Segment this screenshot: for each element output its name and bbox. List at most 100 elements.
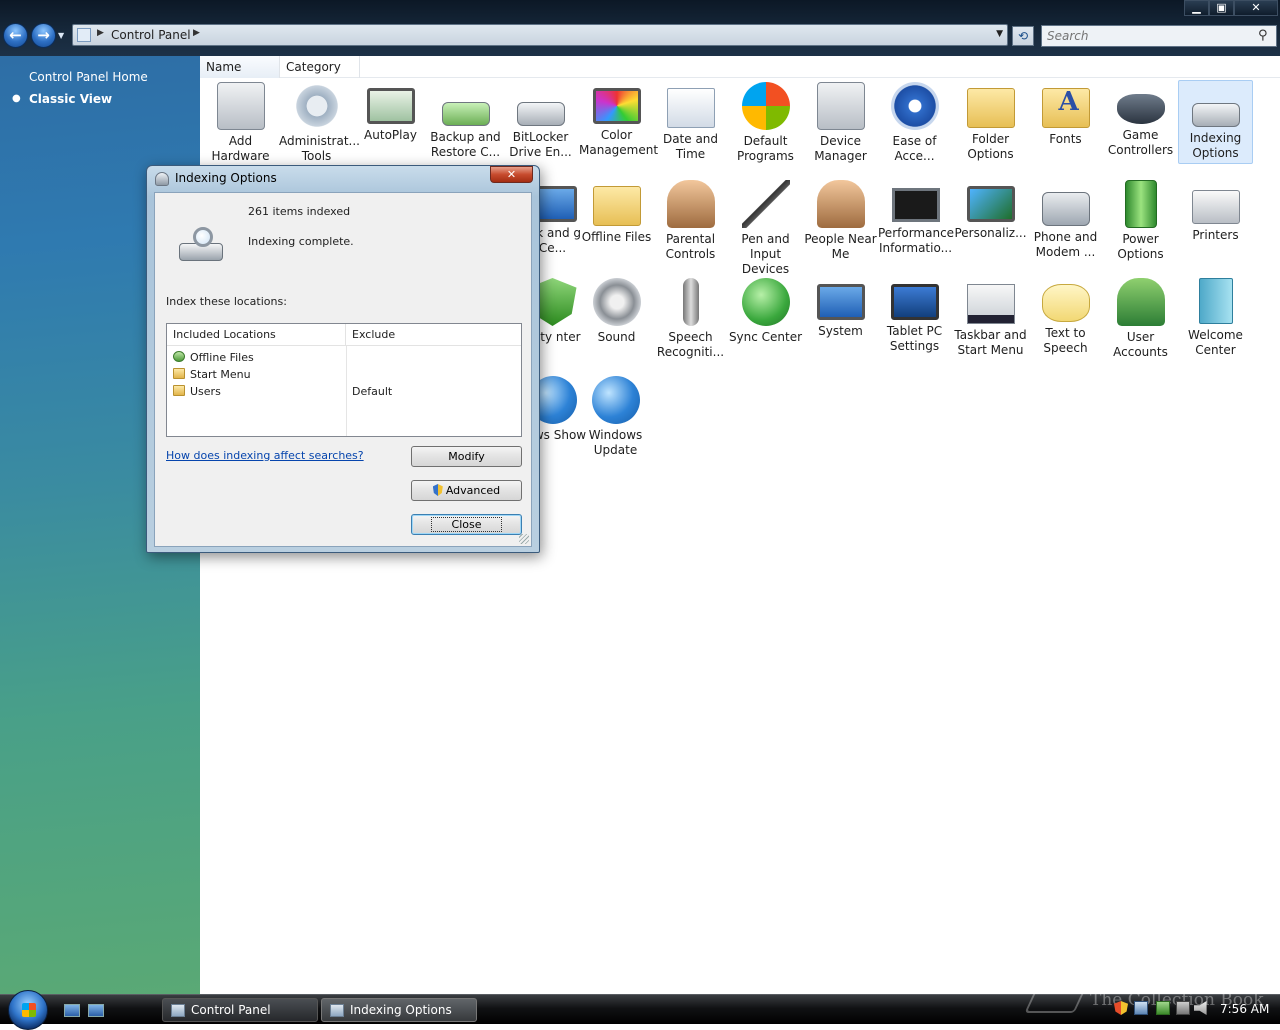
breadcrumb-control-panel[interactable]: Control Panel (111, 28, 191, 42)
cp-item-indexing-options[interactable]: Indexing Options (1178, 80, 1253, 164)
arrow-right-icon: → (37, 26, 50, 44)
arrow-left-icon: ← (9, 26, 22, 44)
list-item[interactable]: Offline Files (173, 349, 254, 366)
maximize-button[interactable]: ▣ (1209, 0, 1234, 16)
system-icon (816, 284, 865, 320)
sidebar-icon[interactable] (1156, 1001, 1170, 1015)
index-locations-label: Index these locations: (166, 295, 287, 308)
dialog-titlebar[interactable]: Indexing Options ✕ (147, 166, 539, 192)
indexing-options-icon (1191, 103, 1240, 127)
cp-item-user-accounts[interactable]: User Accounts (1103, 278, 1178, 360)
minimize-button[interactable]: ▁ (1184, 0, 1209, 16)
cp-item-bitlocker[interactable]: BitLocker Drive En... (503, 82, 578, 160)
list-item[interactable]: Users (173, 383, 221, 400)
color-management-icon (592, 88, 641, 124)
administrative-tools-icon (292, 82, 341, 130)
cp-item-folder-options[interactable]: Folder Options (953, 82, 1028, 162)
navigation-bar: ▁ ▣ ✕ ← → ▼ ▶ Control Panel ▶ ▼ ⟲ ⚲ (0, 0, 1280, 56)
help-link[interactable]: How does indexing affect searches? (166, 449, 364, 462)
close-button[interactable]: Close (411, 514, 522, 535)
cp-item-parental-controls[interactable]: Parental Controls (653, 180, 728, 262)
recent-pages-dropdown[interactable]: ▼ (58, 31, 68, 41)
power-icon[interactable] (1176, 1001, 1190, 1015)
taskbar-icon (966, 284, 1015, 324)
sidebar-item-control-panel-home[interactable]: Control Panel Home (29, 70, 148, 84)
folder-options-icon (966, 88, 1015, 128)
cp-item-administrative-tools[interactable]: Administrat... Tools (279, 82, 360, 164)
taskbar-button-indexing-options[interactable]: Indexing Options (321, 998, 477, 1022)
cp-item-fonts[interactable]: Fonts (1028, 82, 1103, 147)
search-icon[interactable]: ⚲ (1258, 28, 1268, 43)
cp-item-offline-files[interactable]: Offline Files (579, 180, 654, 245)
cp-item-game-controllers[interactable]: Game Controllers (1103, 82, 1178, 158)
cp-item-welcome-center[interactable]: Welcome Center (1178, 278, 1253, 358)
locations-list[interactable]: Included Locations Exclude Offline Files… (166, 323, 522, 437)
cp-item-speech-recognition[interactable]: Speech Recogniti... (653, 278, 728, 360)
list-item[interactable]: Start Menu (173, 366, 251, 383)
pen-icon (741, 180, 790, 228)
sidebar-item-classic-view[interactable]: Classic View (29, 92, 112, 106)
welcome-center-icon (1198, 278, 1233, 324)
resize-grip[interactable] (519, 534, 529, 544)
list-header-exclude[interactable]: Exclude (346, 324, 521, 346)
address-dropdown-icon[interactable]: ▼ (996, 29, 1003, 39)
cp-item-add-hardware[interactable]: Add Hardware (203, 82, 278, 164)
cp-item-text-to-speech[interactable]: Text to Speech (1028, 278, 1103, 356)
clock[interactable]: 7:56 AM (1220, 1002, 1269, 1016)
close-window-button[interactable]: ✕ (1234, 0, 1278, 16)
cp-item-autoplay[interactable]: AutoPlay (353, 82, 428, 143)
column-header-category[interactable]: Category (280, 56, 360, 78)
cp-item-system[interactable]: System (803, 278, 878, 339)
cp-item-color-management[interactable]: Color Management (579, 82, 658, 158)
search-input[interactable] (1041, 25, 1277, 47)
refresh-button[interactable]: ⟲ (1012, 26, 1034, 46)
indexing-options-icon (155, 172, 169, 186)
cp-item-people-near-me[interactable]: People Near Me (803, 180, 878, 262)
cp-item-taskbar-start-menu[interactable]: Taskbar and Start Menu (953, 278, 1028, 358)
forward-button[interactable]: → (31, 23, 56, 48)
cp-item-sync-center[interactable]: Sync Center (728, 278, 803, 345)
cp-item-date-time[interactable]: Date and Time (653, 82, 728, 162)
indexing-drive-icon (177, 225, 223, 265)
cp-item-printers[interactable]: Printers (1178, 180, 1253, 243)
show-desktop-icon[interactable] (64, 1004, 80, 1017)
back-button[interactable]: ← (3, 23, 28, 48)
notification-area (1108, 1001, 1208, 1019)
cp-item-phone-modem[interactable]: Phone and Modem ... (1028, 180, 1103, 260)
cp-item-default-programs[interactable]: Default Programs (728, 82, 803, 164)
cp-item-sound[interactable]: Sound (579, 278, 654, 345)
address-bar[interactable]: ▶ Control Panel ▶ ▼ (72, 24, 1008, 46)
indexing-status: Indexing complete. (248, 235, 354, 248)
list-header-included[interactable]: Included Locations (167, 324, 346, 346)
dialog-close-button[interactable]: ✕ (490, 166, 533, 183)
cp-item-device-manager[interactable]: Device Manager (803, 82, 878, 164)
cp-item-pen-input[interactable]: Pen and Input Devices (728, 180, 803, 277)
folder-icon (173, 385, 185, 396)
game-controllers-icon (1116, 94, 1165, 124)
speech-recognition-icon (682, 278, 699, 326)
modify-button[interactable]: Modify (411, 446, 522, 467)
refresh-icon: ⟲ (1017, 29, 1029, 43)
switch-windows-icon[interactable] (88, 1004, 104, 1017)
security-shield-icon[interactable] (1114, 1001, 1128, 1015)
watermark-logo (1024, 989, 1086, 1013)
cp-item-performance[interactable]: Performance Informatio... (878, 180, 954, 256)
cp-item-tablet-pc[interactable]: Tablet PC Settings (877, 278, 952, 354)
column-header-name[interactable]: Name (200, 56, 280, 78)
cp-item-personalization[interactable]: Personaliz... (953, 180, 1028, 241)
cp-item-ease-of-access[interactable]: Ease of Acce... (877, 82, 952, 164)
breadcrumb-chevron-icon[interactable]: ▶ (193, 28, 200, 38)
volume-icon[interactable] (1194, 1001, 1207, 1015)
advanced-button[interactable]: Advanced (411, 480, 522, 501)
taskbar-button-control-panel[interactable]: Control Panel (162, 998, 318, 1022)
cp-item-power-options[interactable]: Power Options (1103, 180, 1178, 262)
performance-icon (891, 188, 940, 222)
windows-logo-icon (22, 1003, 36, 1017)
start-button[interactable] (8, 990, 48, 1030)
cp-item-windows-update[interactable]: Windows Update (578, 376, 653, 458)
cp-item-backup-restore[interactable]: Backup and Restore C... (428, 82, 503, 160)
breadcrumb-chevron-icon[interactable]: ▶ (97, 28, 104, 38)
autoplay-icon (366, 88, 415, 124)
add-hardware-icon (216, 82, 265, 130)
network-icon[interactable] (1134, 1001, 1148, 1015)
